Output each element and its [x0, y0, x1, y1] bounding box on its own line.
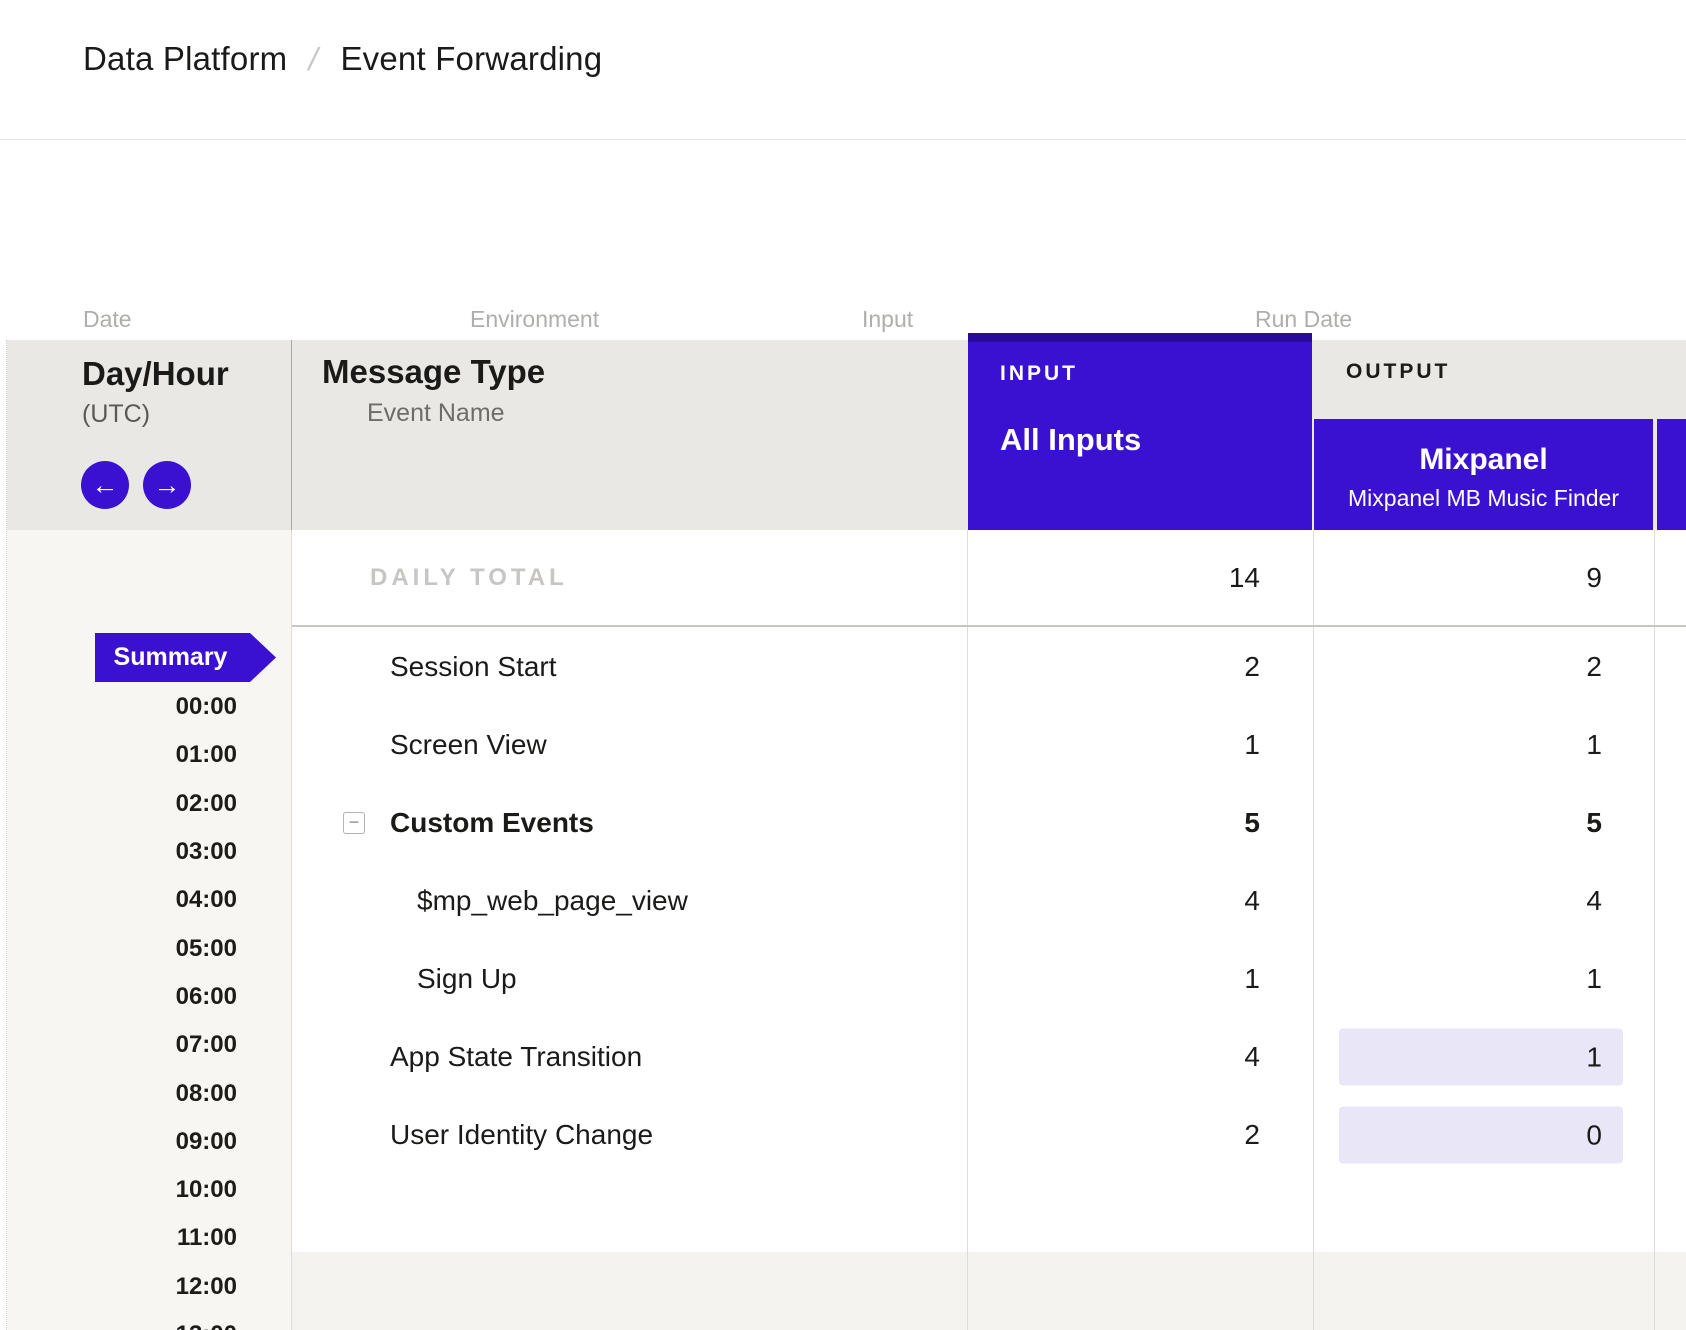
collapse-icon[interactable]: − [343, 812, 365, 834]
mixpanel-output-header[interactable]: Mixpanel Mixpanel MB Music Finder [1314, 419, 1653, 531]
mixpanel-cell: 1 [1313, 1018, 1654, 1096]
cell-value: 1 [1586, 729, 1602, 761]
cell-value: 1 [1586, 1041, 1602, 1073]
event-label: Screen View [390, 729, 547, 761]
page-title: Event Forwarding [340, 40, 602, 78]
mixpanel-cell: 1 [1313, 940, 1654, 1018]
next-day-button[interactable]: → [143, 461, 191, 509]
event-name-subheader: Event Name [367, 399, 505, 428]
hour-item[interactable]: 12:00 [176, 1263, 292, 1311]
highlighted-cell: 0 [1339, 1107, 1623, 1164]
hour-item[interactable]: 04:00 [176, 876, 292, 924]
input-column-name: All Inputs [1000, 422, 1141, 458]
top-bar: Data Platform / Event Forwarding [0, 0, 1686, 140]
output-section-label: OUTPUT [1346, 360, 1450, 384]
table-row: User Identity Change 2 0 [292, 1096, 1686, 1174]
table-row: Sign Up 1 1 [292, 940, 1686, 1018]
table-row: Screen View 1 1 [292, 706, 1686, 784]
all-inputs-cell: 1 [968, 706, 1313, 784]
previous-day-button[interactable]: ← [81, 461, 129, 509]
breadcrumb-section[interactable]: Data Platform [83, 40, 287, 78]
cell-value: 14 [1229, 562, 1260, 594]
cell-value: 4 [1586, 885, 1602, 917]
input-column-header: INPUT All Inputs [968, 333, 1312, 531]
cell-value: 1 [1244, 963, 1260, 995]
event-label: User Identity Change [390, 1119, 653, 1151]
cell-value: 4 [1244, 1041, 1260, 1073]
mixpanel-cell: 4 [1313, 862, 1654, 940]
mixpanel-cell: 5 [1313, 784, 1654, 862]
event-label: App State Transition [390, 1041, 642, 1073]
output-subtitle: Mixpanel MB Music Finder [1314, 485, 1653, 512]
output-name: Mixpanel [1314, 443, 1653, 477]
input-label: Input [862, 306, 913, 333]
event-label: Sign Up [417, 963, 517, 995]
table-row: $mp_web_page_view 4 4 [292, 862, 1686, 940]
breadcrumb-separator: / [305, 41, 322, 78]
table-row: Session Start 2 2 [292, 628, 1686, 706]
hour-item[interactable]: 05:00 [176, 924, 292, 972]
input-section-label: INPUT [1000, 362, 1078, 386]
table-footer-background [292, 1252, 1686, 1330]
all-inputs-cell: 5 [968, 784, 1313, 862]
hour-item[interactable]: 08:00 [176, 1069, 292, 1117]
hour-list: 00:00 01:00 02:00 03:00 04:00 05:00 06:0… [6, 683, 292, 1330]
hour-item[interactable]: 03:00 [176, 828, 292, 876]
hour-item[interactable]: 13:00 [176, 1311, 292, 1330]
all-inputs-cell: 4 [968, 1018, 1313, 1096]
cell-value: 0 [1586, 1119, 1602, 1151]
mixpanel-cell: 1 [1313, 706, 1654, 784]
environment-label: Environment [470, 306, 599, 333]
next-output-column-partial [1657, 419, 1686, 531]
cell-value: 5 [1586, 807, 1602, 839]
event-forwarding-page: Data Platform / Event Forwarding Date 08… [0, 0, 1686, 1330]
filter-bar: Date 08/08/2025 Environment Development … [0, 140, 1686, 340]
day-hour-header: Day/Hour [82, 355, 229, 393]
cell-value: 2 [1586, 651, 1602, 683]
summary-tab-label: Summary [114, 643, 228, 672]
hour-rail: Summary 00:00 01:00 02:00 03:00 04:00 05… [6, 530, 292, 1330]
cell-value: 4 [1244, 885, 1260, 917]
cell-value: 1 [1244, 729, 1260, 761]
hour-item[interactable]: 02:00 [176, 780, 292, 828]
event-label: Session Start [390, 651, 557, 683]
day-hour-timezone: (UTC) [82, 400, 150, 429]
summary-tab[interactable]: Summary [95, 633, 276, 682]
hour-item[interactable]: 06:00 [176, 973, 292, 1021]
cell-value: 1 [1586, 963, 1602, 995]
all-inputs-cell: 2 [968, 1096, 1313, 1174]
table-row: App State Transition 4 1 [292, 1018, 1686, 1096]
table-row: − Custom Events 5 5 [292, 784, 1686, 862]
all-inputs-cell: 4 [968, 862, 1313, 940]
mixpanel-cell: 2 [1313, 628, 1654, 706]
cell-value: 2 [1244, 1119, 1260, 1151]
column-divider [291, 340, 292, 530]
message-type-header: Message Type [322, 353, 545, 391]
breadcrumb: Data Platform / Event Forwarding [83, 40, 602, 78]
hour-item[interactable]: 01:00 [176, 731, 292, 779]
cell-value: 9 [1586, 562, 1602, 594]
arrow-left-icon: ← [92, 472, 119, 499]
cell-value: 2 [1244, 651, 1260, 683]
hour-item[interactable]: 10:00 [176, 1166, 292, 1214]
hour-item[interactable]: 00:00 [176, 683, 292, 731]
daily-total-all-inputs-cell: 14 [968, 530, 1313, 625]
arrow-right-icon: → [154, 472, 181, 499]
cell-value: 5 [1244, 807, 1260, 839]
daily-total-label: DAILY TOTAL [370, 564, 568, 592]
all-inputs-cell: 1 [968, 940, 1313, 1018]
event-label: $mp_web_page_view [417, 885, 688, 917]
left-edge-strip [0, 340, 7, 1330]
daily-total-row: DAILY TOTAL 14 9 [292, 530, 1686, 627]
date-label: Date [83, 306, 132, 333]
hour-item[interactable]: 11:00 [177, 1214, 292, 1262]
all-inputs-cell: 2 [968, 628, 1313, 706]
hour-item[interactable]: 09:00 [176, 1118, 292, 1166]
event-label: Custom Events [390, 807, 594, 839]
hour-item[interactable]: 07:00 [176, 1021, 292, 1069]
mixpanel-cell: 0 [1313, 1096, 1654, 1174]
daily-total-mixpanel-cell: 9 [1313, 530, 1654, 625]
highlighted-cell: 1 [1339, 1029, 1623, 1086]
run-date-label: Run Date [1255, 306, 1352, 333]
